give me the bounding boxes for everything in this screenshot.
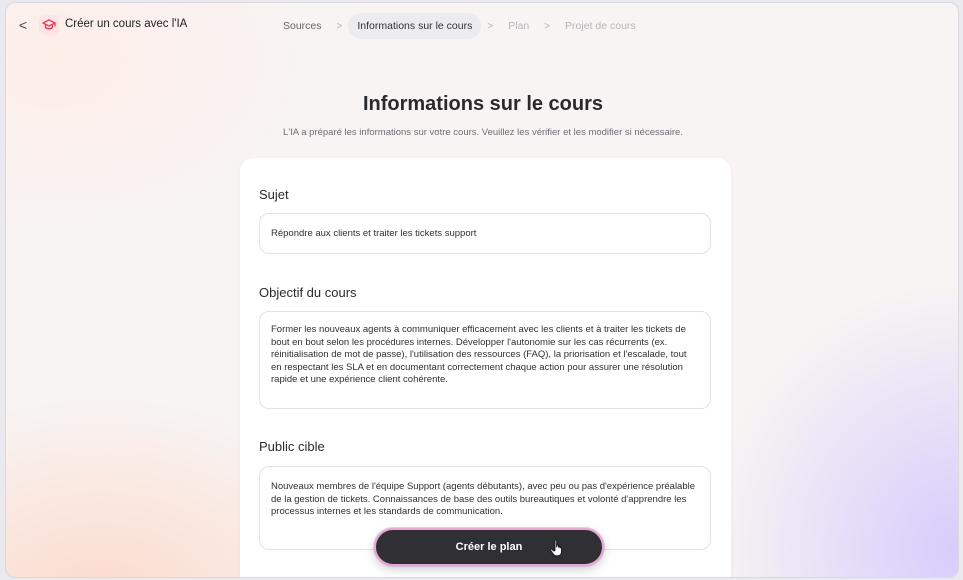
subject-label: Sujet <box>259 187 289 202</box>
audience-label: Public cible <box>259 439 325 454</box>
hand-pointer-icon <box>550 539 562 557</box>
top-bar: < Créer un cours avec l'IA Sources > Inf… <box>6 3 958 47</box>
create-plan-label: Créer le plan <box>455 541 523 553</box>
app-window: < Créer un cours avec l'IA Sources > Inf… <box>5 2 959 578</box>
step-course-info[interactable]: Informations sur le cours <box>348 13 482 39</box>
app-title: Créer un cours avec l'IA <box>65 18 188 30</box>
subject-input[interactable]: Répondre aux clients et traiter les tick… <box>259 213 711 254</box>
objective-textarea[interactable]: Former les nouveaux agents à communiquer… <box>259 311 711 409</box>
chevron-right-icon: > <box>544 20 551 32</box>
chevron-right-icon: > <box>336 20 343 32</box>
objective-label: Objectif du cours <box>259 285 357 300</box>
step-plan: Plan <box>508 20 530 32</box>
step-sources[interactable]: Sources <box>274 13 331 39</box>
step-course-project: Projet de cours <box>565 20 636 32</box>
back-button[interactable]: < <box>16 16 30 34</box>
page-subtitle: L'IA a préparé les informations sur votr… <box>283 127 683 138</box>
create-plan-button[interactable]: Créer le plan <box>374 528 604 566</box>
progress-stepper: Sources > Informations sur le cours > Pl… <box>274 13 645 39</box>
graduation-cap-icon <box>39 15 59 35</box>
chevron-right-icon: > <box>487 20 494 32</box>
course-info-card: Sujet Répondre aux clients et traiter le… <box>240 158 731 577</box>
page-title: Informations sur le cours <box>362 93 604 115</box>
